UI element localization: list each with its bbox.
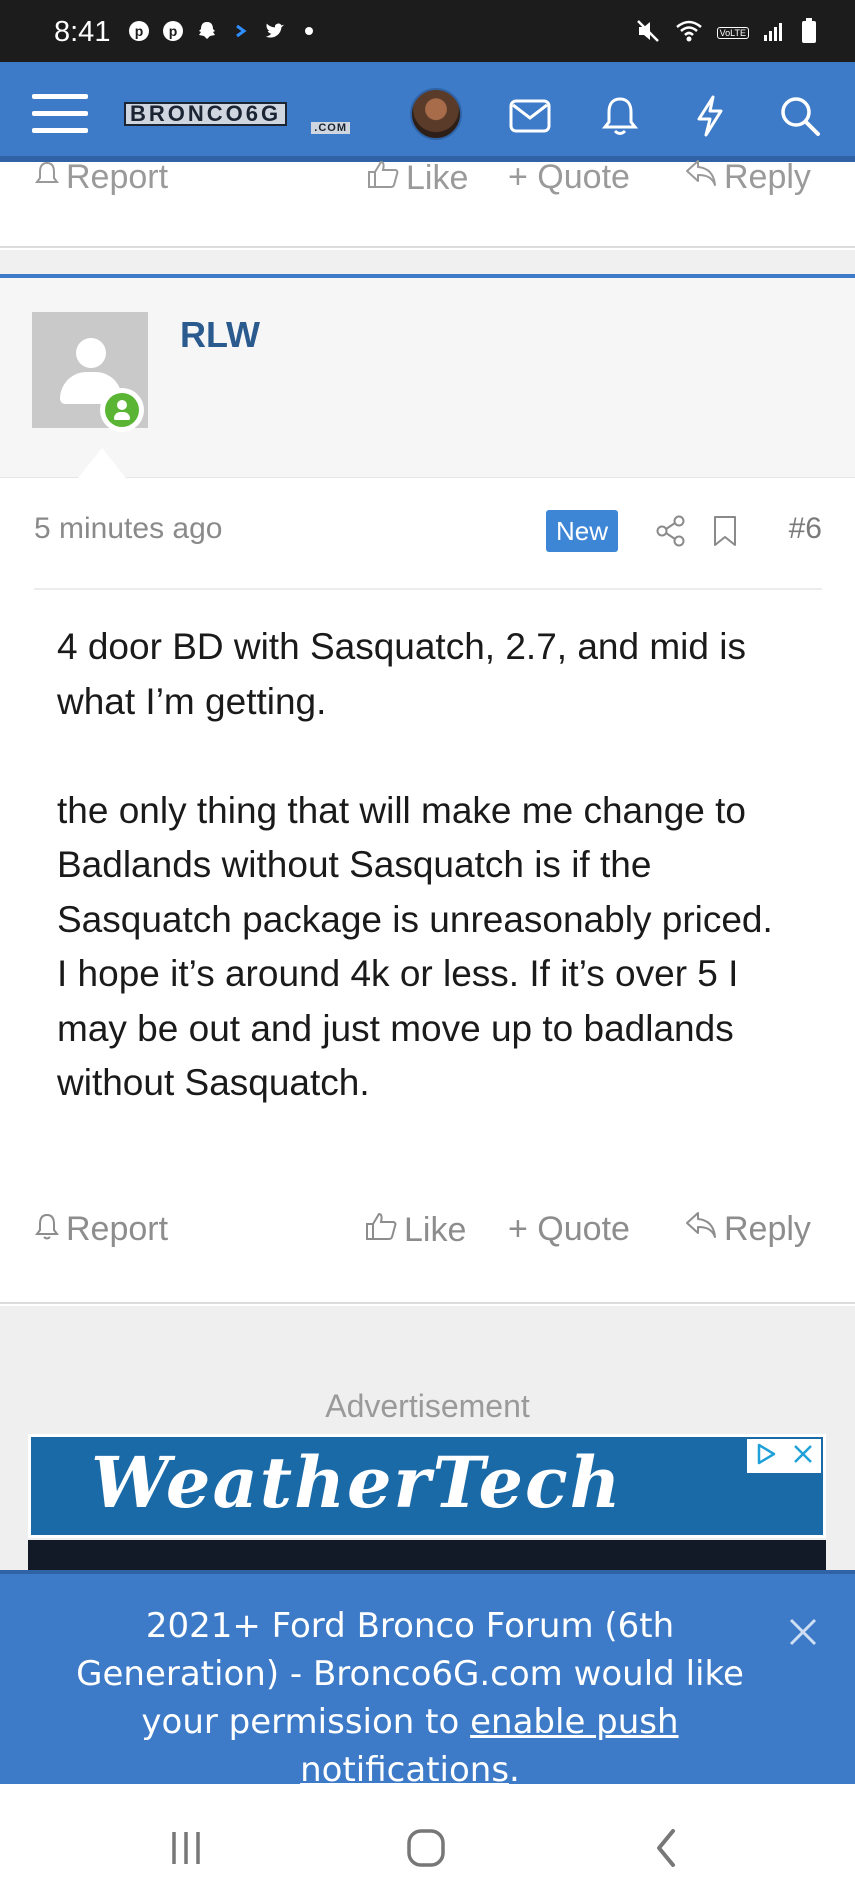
reply-icon	[684, 1210, 718, 1249]
adchoices-close[interactable]	[747, 1439, 821, 1473]
default-avatar-head	[76, 338, 106, 368]
post-timestamp[interactable]: 5 minutes ago	[34, 512, 222, 546]
screen: 8:41 p p VoLTE BRONCO6G .COM Report Like…	[0, 0, 855, 1900]
close-icon[interactable]	[787, 1612, 819, 1658]
user-avatar[interactable]	[410, 88, 462, 140]
post-number[interactable]: #6	[789, 512, 822, 546]
ad-image-strip[interactable]	[28, 1540, 826, 1574]
reply-icon	[684, 158, 718, 197]
menu-icon[interactable]	[32, 94, 88, 134]
post-body: 4 door BD with Sasquatch, 2.7, and mid i…	[57, 620, 817, 1111]
push-notification-text: 2021+ Ford Bronco Forum (6th Generation)…	[76, 1606, 744, 1790]
advertisement-area: Advertisement WeatherTech	[0, 1306, 855, 1574]
more-notifications-dot	[298, 20, 320, 42]
site-logo[interactable]: BRONCO6G .COM	[124, 102, 350, 134]
share-icon[interactable]	[654, 514, 688, 548]
adchoices-icon[interactable]	[754, 1442, 778, 1470]
signal-icon	[763, 20, 787, 46]
post-paragraph: I hope it’s around 4k or less. If it’s o…	[57, 953, 739, 1103]
pinterest-icon: p	[128, 20, 150, 42]
logo-subtext: .COM	[311, 122, 350, 134]
bell-outline-icon	[34, 1210, 60, 1249]
post-separator	[0, 250, 855, 274]
search-icon[interactable]	[776, 92, 824, 140]
battery-icon	[801, 18, 817, 48]
ad-brand-text: WeatherTech	[91, 1441, 623, 1524]
reply-link[interactable]: Reply	[684, 158, 811, 197]
status-right-icons: VoLTE	[635, 18, 817, 48]
report-link[interactable]: Report	[34, 1210, 168, 1249]
bookmark-icon[interactable]	[710, 514, 740, 548]
twitter-icon	[264, 20, 286, 42]
push-notification-banner: 2021+ Ford Bronco Forum (6th Generation)…	[0, 1570, 855, 1790]
snapchat-icon	[196, 20, 218, 42]
like-link[interactable]: Like	[366, 158, 468, 199]
post-actions: Report Like + Quote Reply	[0, 1196, 855, 1304]
quote-button[interactable]: + Quote	[508, 1210, 630, 1249]
system-navigation-bar	[0, 1784, 855, 1900]
inbox-icon[interactable]	[506, 92, 554, 140]
status-bar: 8:41 p p VoLTE	[0, 0, 855, 62]
volte-icon: VoLTE	[716, 27, 749, 39]
mute-icon	[635, 18, 661, 48]
back-icon[interactable]	[642, 1824, 690, 1872]
pinterest-icon: p	[162, 20, 184, 42]
status-notification-icons: p p	[128, 20, 320, 42]
report-link[interactable]: Report	[34, 158, 168, 197]
post-user-header: RLW	[0, 278, 855, 478]
prime-icon	[230, 20, 252, 42]
svg-text:p: p	[135, 23, 144, 39]
close-icon[interactable]	[792, 1443, 814, 1469]
logo-text: BRONCO6G	[124, 102, 288, 126]
site-navbar: BRONCO6G .COM	[0, 62, 855, 162]
like-button[interactable]: Like	[364, 1210, 466, 1251]
previous-post-actions: Report Like + Quote Reply	[0, 158, 855, 248]
reply-button[interactable]: Reply	[684, 1210, 811, 1249]
recent-apps-icon[interactable]	[162, 1824, 210, 1872]
status-time: 8:41	[54, 16, 111, 48]
thumbs-up-icon	[366, 158, 400, 199]
thumbs-up-icon	[364, 1210, 398, 1251]
quote-link[interactable]: + Quote	[508, 158, 630, 197]
wifi-icon	[675, 19, 703, 47]
advertisement-label: Advertisement	[325, 1388, 530, 1424]
bell-icon[interactable]	[596, 92, 644, 140]
header-caret	[78, 448, 126, 478]
lightning-icon[interactable]	[686, 92, 734, 140]
online-status-icon	[100, 388, 144, 432]
new-badge: New	[546, 510, 619, 552]
ad-banner[interactable]: WeatherTech	[28, 1434, 826, 1538]
post-meta: 5 minutes ago New #6	[34, 478, 822, 590]
poster-username[interactable]: RLW	[180, 314, 260, 356]
bell-outline-icon	[34, 158, 60, 197]
post-paragraph: the only thing that will make me change …	[57, 789, 773, 940]
post-paragraph: 4 door BD with Sasquatch, 2.7, and mid i…	[57, 626, 746, 722]
home-icon[interactable]	[402, 1824, 450, 1872]
svg-text:p: p	[169, 23, 178, 39]
